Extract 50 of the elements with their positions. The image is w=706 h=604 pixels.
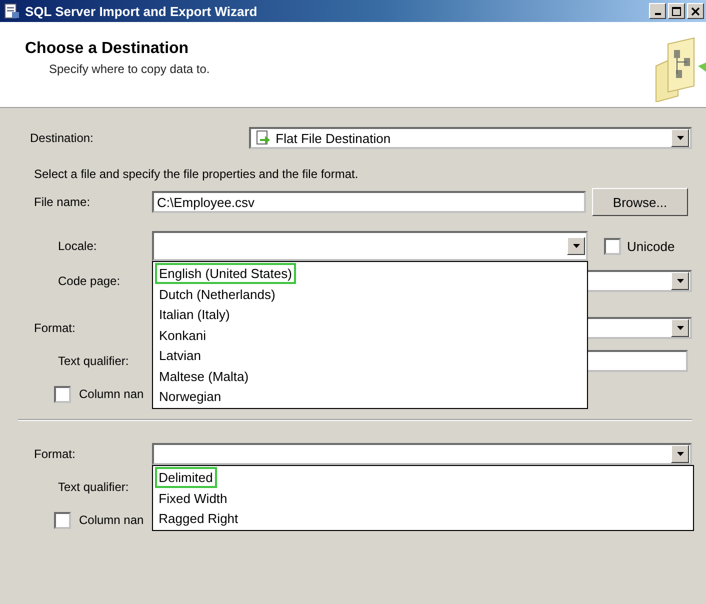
dropdown-arrow-button[interactable] (671, 319, 689, 337)
dropdown-option[interactable]: Norwegian (155, 386, 226, 407)
field-label: Destination: (29, 131, 94, 145)
field-label: Format: (33, 447, 76, 461)
checkbox[interactable] (54, 386, 71, 402)
instruction-text: Select a file and specify the file properties and the file format. (34, 167, 360, 181)
dropdown-option[interactable]: Latvian (155, 345, 205, 366)
caret-icon (676, 279, 684, 283)
maximize-button[interactable] (668, 3, 685, 19)
page-title: Choose a Destination (25, 40, 190, 58)
dropdown-arrow-button[interactable] (671, 272, 689, 290)
dropdown-option[interactable]: Ragged Right (154, 508, 242, 529)
dropdown-arrow-button[interactable] (567, 237, 585, 255)
dropdown-arrow-button[interactable] (671, 129, 689, 147)
dropdown-option[interactable]: English (United States) (155, 263, 296, 284)
close-icon (691, 6, 700, 16)
close-button[interactable] (687, 3, 704, 19)
dropdown-option[interactable]: Fixed Width (154, 488, 232, 508)
dropdown-option[interactable]: Maltese (Malta) (155, 366, 253, 386)
dropdown-option[interactable]: Italian (Italy) (155, 304, 234, 325)
caret-icon (676, 326, 684, 330)
combo-value: Flat File Destination (276, 130, 391, 146)
caret-icon (572, 244, 580, 248)
checkbox-label: Column nan (79, 513, 144, 527)
field-label: Text qualifier: (57, 480, 130, 494)
field-label: Code page: (57, 274, 122, 288)
flat-file-icon (254, 130, 271, 146)
field-label: Format: (33, 321, 76, 335)
maximize-icon (672, 6, 681, 16)
caret-icon (676, 136, 684, 140)
page-subtitle: Specify where to copy data to. (49, 62, 211, 76)
dropdown-option[interactable]: Dutch (Netherlands) (155, 284, 280, 304)
window-title: SQL Server Import and Export Wizard (25, 4, 258, 18)
field-label: Locale: (57, 239, 98, 253)
dropdown-arrow-button[interactable] (671, 445, 689, 463)
checkbox-label: Column nan (79, 387, 144, 401)
destination-combo[interactable]: Flat File Destination (248, 127, 692, 149)
field-label: Text qualifier: (57, 354, 130, 368)
caret-icon (676, 452, 684, 456)
dropdown-option[interactable]: Konkani (155, 324, 210, 346)
browse-button[interactable]: Browse... (592, 188, 688, 216)
checkbox-label: Unicode (627, 238, 675, 254)
checkbox[interactable] (54, 512, 71, 528)
minimize-icon (654, 13, 660, 15)
document-icon (4, 3, 20, 19)
checkbox[interactable] (604, 238, 621, 254)
field-label: File name: (33, 195, 92, 209)
minimize-button[interactable] (649, 3, 666, 19)
file-name-field[interactable]: C:\Employee.csv (152, 191, 586, 213)
dropdown-option[interactable]: Delimited (154, 467, 217, 488)
